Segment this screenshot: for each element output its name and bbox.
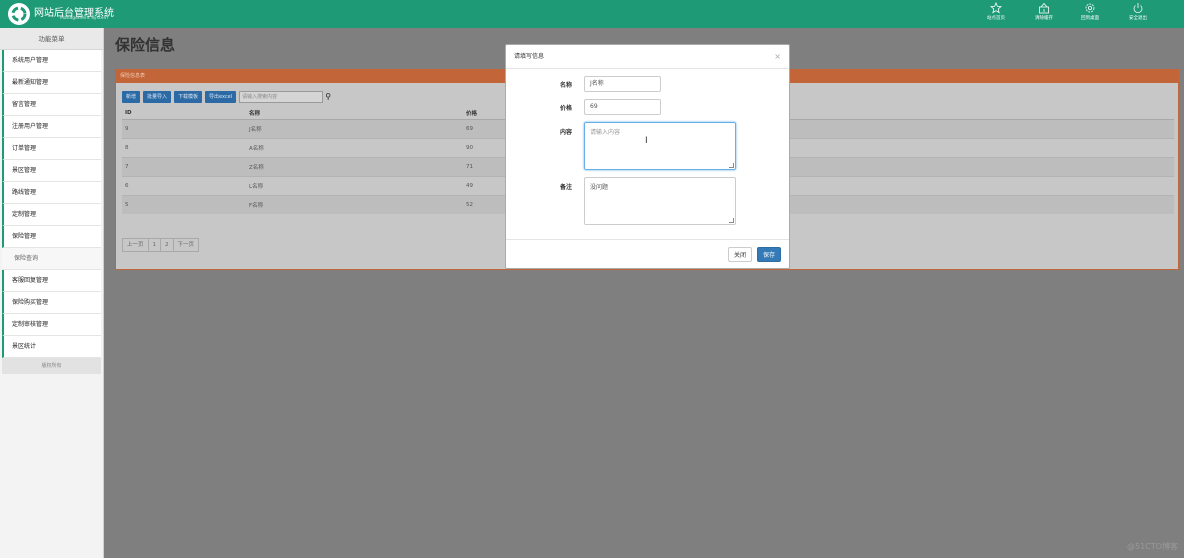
nav-site-home-label: 站点首页 [987,16,1005,21]
sidebar-item-routes[interactable]: 路线管理 [2,182,101,204]
next-page-button[interactable]: 下一页 [174,239,199,251]
app-subtitle: Management System [60,16,108,21]
nav-clear-cache[interactable]: 清除缓存 [1024,2,1064,26]
gear-icon [1070,2,1110,15]
cell-id: 5 [122,194,246,214]
content-label: 内容 [559,129,572,136]
dialog-title: 请填写信息 [514,53,545,60]
download-template-button[interactable]: 下载模板 [174,91,203,103]
text-cursor-icon: I [645,136,648,146]
price-label: 价格 [559,105,572,112]
nav-desktop[interactable]: 回到桌面 [1070,2,1110,26]
sidebar-item-service-replies[interactable]: 客服回复管理 [2,270,101,292]
remark-value: 没问题 [590,184,609,191]
cell-name: A名称 [246,137,463,157]
column-header-id: ID [122,107,246,120]
search-input[interactable]: 请输入搜索内容 [239,91,324,103]
resize-handle[interactable] [729,163,734,168]
sidebar-item-custom-review[interactable]: 定制审核管理 [2,314,101,336]
save-button[interactable]: 保存 [757,247,782,262]
close-button[interactable]: 关闭 [728,247,753,262]
sidebar-footer: 版权所有 [2,358,101,374]
nav-site-home[interactable]: 站点首页 [976,1,1016,26]
top-header: 网站后台管理系统 Management System 站点首页 清除缓存 回到桌… [0,0,1184,28]
sidebar-item-insurance-query[interactable]: 保险查询 [2,248,101,270]
batch-import-button[interactable]: 批量导入 [143,91,172,103]
page-title: 保险信息 [115,36,176,54]
edit-dialog: 请填写信息 × 名称 J名称 价格 69 内容 请输入内容 I 备注 没问题 关… [505,44,790,269]
sidebar: 功能菜单 系统用户管理 最新通知管理 留言管理 注册用户管理 订单管理 景区管理… [0,28,104,558]
sidebar-item-insurance-purchases[interactable]: 保险购买管理 [2,292,101,314]
pagination: 上一页 1 2 下一页 [122,238,200,252]
nav-clear-cache-label: 清除缓存 [1035,16,1053,21]
remark-label: 备注 [559,184,572,191]
prev-page-button[interactable]: 上一页 [123,239,149,251]
sidebar-item-scenic-stats[interactable]: 景区统计 [2,336,101,358]
name-field[interactable]: J名称 [584,76,661,92]
sidebar-item-notices[interactable]: 最新通知管理 [2,72,101,94]
dialog-footer: 关闭 保存 [506,239,789,269]
cell-id: 8 [122,137,246,157]
logo-icon [8,3,30,25]
add-button[interactable]: 新增 [122,91,141,103]
nav-logout[interactable]: 安全退出 [1118,2,1158,26]
page-button-1[interactable]: 1 [149,239,162,251]
cell-name: Z名称 [246,156,463,176]
sidebar-item-orders[interactable]: 订单管理 [2,138,101,160]
search-icon[interactable]: ⚲ [323,91,333,103]
name-label: 名称 [559,82,572,89]
content-textarea[interactable]: 请输入内容 I [584,122,736,170]
remark-textarea[interactable]: 没问题 [584,177,736,225]
column-header-name: 名称 [246,107,463,120]
sidebar-heading: 功能菜单 [0,28,103,50]
cell-id: 7 [122,156,246,176]
nav-desktop-label: 回到桌面 [1081,16,1099,21]
toolbar: 新增 批量导入 下载模板 导出excel 请输入搜索内容 ⚲ [122,91,333,103]
cell-id: 6 [122,175,246,195]
nav-logout-label: 安全退出 [1129,16,1147,21]
sidebar-item-registered-users[interactable]: 注册用户管理 [2,116,101,138]
sidebar-item-messages[interactable]: 留言管理 [2,94,101,116]
clear-cache-icon [1024,2,1064,15]
sidebar-item-scenic-areas[interactable]: 景区管理 [2,160,101,182]
page-button-2[interactable]: 2 [161,239,174,251]
cell-id: 9 [122,118,246,138]
sidebar-item-system-users[interactable]: 系统用户管理 [2,50,101,72]
cell-name: F名称 [246,194,463,214]
watermark: @51CTO博客 [1127,542,1178,551]
resize-handle[interactable] [729,218,734,223]
export-excel-button[interactable]: 导出excel [205,91,237,103]
price-field[interactable]: 69 [584,99,661,115]
dialog-header: 请填写信息 × [506,45,789,69]
power-icon [1118,2,1158,15]
cell-name: J名称 [246,118,463,138]
star-icon [976,1,1016,15]
close-icon[interactable]: × [774,45,781,69]
cell-name: L名称 [246,175,463,195]
sidebar-item-customization[interactable]: 定制管理 [2,204,101,226]
sidebar-item-insurance[interactable]: 保险管理 [2,226,101,248]
content-placeholder: 请输入内容 [590,129,621,136]
